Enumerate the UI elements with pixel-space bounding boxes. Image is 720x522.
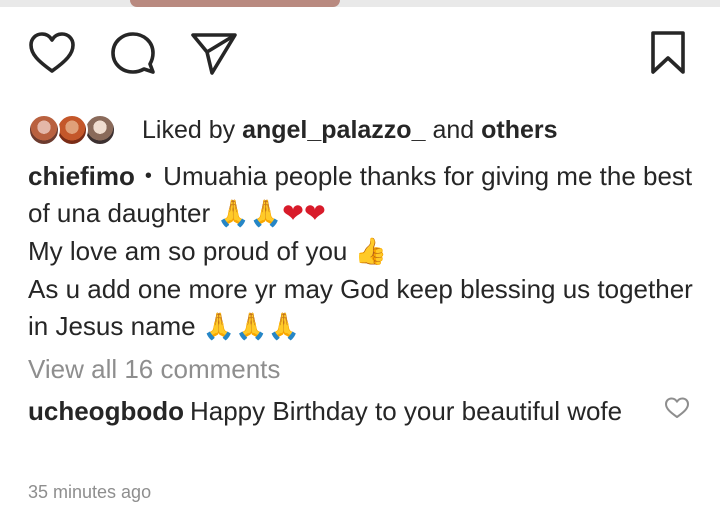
- heart-outline-icon: [29, 32, 75, 73]
- likes-text: Liked by angel_palazzo_ and others: [142, 116, 558, 145]
- likes-summary[interactable]: Liked by angel_palazzo_ and others: [28, 110, 558, 150]
- likes-prefix: Liked by: [142, 115, 236, 144]
- caption-username[interactable]: chiefimo: [28, 161, 135, 191]
- caption-line-2: My love am so proud of you: [28, 236, 348, 266]
- post-caption: chiefimo • Umuahia people thanks for givi…: [28, 158, 698, 346]
- share-button[interactable]: [190, 30, 238, 76]
- liker-avatars: [28, 112, 128, 148]
- caption-bullet: •: [144, 165, 152, 187]
- caption-line-1-emoji: 🙏🙏❤❤: [217, 199, 326, 229]
- avatar: [28, 114, 60, 146]
- caption-line-3: As u add one more yr may God keep blessi…: [28, 274, 693, 341]
- save-button[interactable]: [648, 30, 688, 76]
- comment-like-button[interactable]: [664, 396, 690, 425]
- post-timestamp: 35 minutes ago: [28, 482, 152, 502]
- likes-conjunction: and: [432, 115, 475, 144]
- post-action-bar: [0, 30, 720, 90]
- avatar: [84, 114, 116, 146]
- speech-bubble-icon: [111, 32, 155, 74]
- liker-username[interactable]: angel_palazzo_: [242, 116, 425, 144]
- view-all-comments-link[interactable]: View all 16 comments: [28, 354, 280, 385]
- like-button[interactable]: [28, 30, 76, 76]
- bookmark-icon: [651, 31, 685, 74]
- post-image-fragment: [130, 0, 340, 7]
- likes-others-link[interactable]: others: [481, 116, 557, 144]
- comment-button[interactable]: [110, 30, 156, 76]
- caption-line-3-emoji: 🙏🙏🙏: [202, 312, 301, 342]
- avatar: [56, 114, 88, 146]
- comment-text: Happy Birthday to your beautiful wofe: [189, 396, 623, 426]
- small-heart-outline-icon: [665, 397, 689, 418]
- comment-username[interactable]: ucheogbodo: [28, 396, 184, 426]
- paper-plane-icon: [191, 33, 237, 75]
- post-image-bottom-edge: [0, 0, 720, 7]
- caption-line-2-emoji: 👍: [354, 237, 387, 267]
- top-comment: ucheogbodo Happy Birthday to your beautif…: [28, 393, 628, 430]
